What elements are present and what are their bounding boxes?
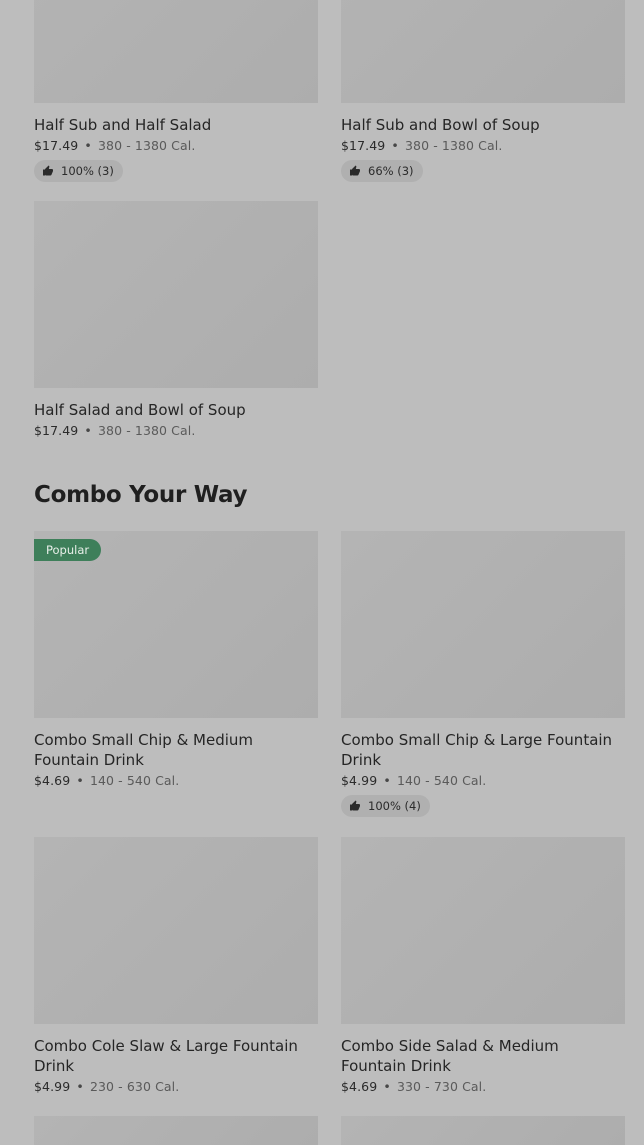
menu-item-image — [341, 0, 625, 103]
separator: • — [76, 1079, 84, 1094]
menu-item-card[interactable] — [341, 1116, 625, 1145]
menu-item-meta: $17.49 • 380 - 1380 Cal. — [341, 138, 625, 153]
menu-item-name: Half Salad and Bowl of Soup — [34, 401, 246, 419]
menu-item-meta: $4.69 • 330 - 730 Cal. — [341, 1079, 625, 1094]
menu-item-name: Combo Small Chip & Large Fountain Drink — [341, 731, 613, 769]
menu-item-image — [34, 1116, 318, 1145]
popular-badge: Popular — [34, 539, 102, 561]
menu-item-meta: $17.49 • 380 - 1380 Cal. — [34, 423, 318, 438]
menu-item-calories: 140 - 540 Cal. — [396, 773, 487, 788]
rating-text: 66% (3) — [368, 164, 414, 178]
menu-item-card[interactable]: Combo Small Chip & Large Fountain Drink … — [341, 531, 625, 817]
thumbs-up-icon — [350, 800, 360, 811]
menu-item-card[interactable]: Popular Combo Small Chip & Medium Founta… — [34, 531, 318, 788]
menu-item-image: Popular — [34, 531, 318, 718]
rating-pill: 100% (4) — [341, 795, 430, 817]
menu-item-image — [34, 837, 318, 1024]
menu-item-price: $4.99 — [341, 773, 378, 788]
separator: • — [391, 138, 399, 153]
menu-item-calories: 140 - 540 Cal. — [89, 773, 180, 788]
menu-item-price: $17.49 — [34, 423, 79, 438]
separator: • — [76, 773, 84, 788]
menu-item-image — [34, 0, 318, 103]
menu-item-meta: $4.99 • 140 - 540 Cal. — [341, 773, 625, 788]
menu-item-price: $4.99 — [34, 1079, 71, 1094]
menu-item-image — [34, 201, 318, 388]
menu-item-price: $4.69 — [341, 1079, 378, 1094]
menu-item-calories: 380 - 1380 Cal. — [97, 138, 196, 153]
menu-item-image — [341, 531, 625, 718]
menu-item-meta: $4.99 • 230 - 630 Cal. — [34, 1079, 318, 1094]
menu-item-image — [341, 1116, 625, 1145]
rating-pill: 100% (3) — [34, 160, 123, 182]
thumbs-up-icon — [43, 165, 53, 176]
rating-text: 100% (4) — [368, 799, 421, 813]
separator: • — [383, 1079, 391, 1094]
menu-item-price: $17.49 — [34, 138, 79, 153]
separator: • — [84, 423, 92, 438]
menu-item-card[interactable]: Half Sub and Half Salad $17.49 • 380 - 1… — [34, 0, 318, 182]
menu-item-image — [341, 837, 625, 1024]
menu-item-calories: 380 - 1380 Cal. — [404, 138, 503, 153]
thumbs-up-icon — [350, 165, 360, 176]
menu-item-calories: 230 - 630 Cal. — [89, 1079, 180, 1094]
menu-item-calories: 380 - 1380 Cal. — [97, 423, 196, 438]
menu-item-meta: $4.69 • 140 - 540 Cal. — [34, 773, 318, 788]
menu-item-card[interactable]: Combo Cole Slaw & Large Fountain Drink $… — [34, 837, 318, 1094]
separator: • — [84, 138, 92, 153]
rating-text: 100% (3) — [61, 164, 114, 178]
menu-page: Half Sub and Half Salad $17.49 • 380 - 1… — [0, 0, 644, 1145]
menu-item-card[interactable]: Half Salad and Bowl of Soup $17.49 • 380… — [34, 201, 318, 438]
menu-item-price: $4.69 — [34, 773, 71, 788]
menu-item-name: Half Sub and Bowl of Soup — [341, 116, 540, 134]
menu-item-card[interactable]: Combo Side Salad & Medium Fountain Drink… — [341, 837, 625, 1094]
menu-item-card[interactable]: Half Sub and Bowl of Soup $17.49 • 380 -… — [341, 0, 625, 182]
menu-item-name: Combo Side Salad & Medium Fountain Drink — [341, 1037, 559, 1075]
section-title: Combo Your Way — [34, 482, 248, 508]
menu-item-name: Half Sub and Half Salad — [34, 116, 212, 134]
menu-item-name: Combo Cole Slaw & Large Fountain Drink — [34, 1037, 298, 1075]
rating-pill: 66% (3) — [341, 160, 423, 182]
menu-item-card[interactable] — [34, 1116, 318, 1145]
separator: • — [383, 773, 391, 788]
menu-item-price: $17.49 — [341, 138, 386, 153]
menu-item-calories: 330 - 730 Cal. — [396, 1079, 487, 1094]
menu-item-name: Combo Small Chip & Medium Fountain Drink — [34, 731, 254, 769]
menu-item-meta: $17.49 • 380 - 1380 Cal. — [34, 138, 318, 153]
